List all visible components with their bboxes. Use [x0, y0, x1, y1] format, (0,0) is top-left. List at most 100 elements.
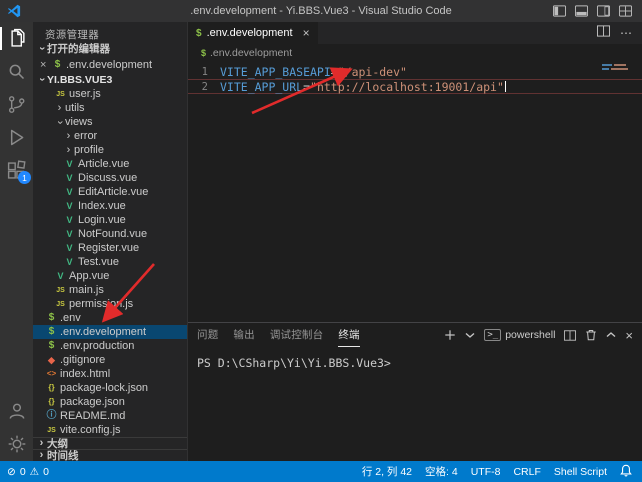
file-label: Test.vue	[78, 256, 119, 268]
env-file-icon: $	[45, 327, 58, 337]
file-App.vue[interactable]: VApp.vue	[33, 269, 187, 283]
file-label: .env	[60, 312, 81, 324]
close-icon[interactable]: ×	[40, 59, 51, 71]
env-file-icon: $	[196, 28, 202, 39]
folder-error[interactable]: ›error	[33, 129, 187, 143]
file-label: .env.development	[60, 326, 146, 338]
cursor-position-status[interactable]: 行 2, 列 42	[362, 464, 412, 479]
file-label: Article.vue	[78, 158, 129, 170]
problems-status[interactable]: ⊘ 0 ⚠ 0	[7, 466, 49, 478]
layout-panel-icon[interactable]	[575, 5, 588, 17]
file-Index.vue[interactable]: VIndex.vue	[33, 199, 187, 213]
code-token-operator: =	[303, 80, 310, 94]
panel-tab-bar: 问题输出调试控制台终端 >_ powershell ×	[188, 323, 642, 347]
split-terminal-icon[interactable]	[564, 330, 576, 341]
vue-file-icon: V	[63, 230, 76, 239]
env-file-icon: $	[45, 313, 58, 323]
sidebar-title: 资源管理器	[33, 22, 187, 40]
file-user.js[interactable]: JSuser.js	[33, 87, 187, 101]
file-Article.vue[interactable]: VArticle.vue	[33, 157, 187, 171]
file-label: vite.config.js	[60, 424, 121, 436]
sidebar-bottom-sections: › 大纲 › 时间线	[33, 437, 188, 461]
js-file-icon: JS	[54, 301, 67, 308]
maximize-panel-icon[interactable]	[606, 331, 616, 339]
language-mode-status[interactable]: Shell Script	[554, 466, 607, 478]
chevron-right-icon: ›	[63, 131, 74, 142]
file-main.js[interactable]: JSmain.js	[33, 283, 187, 297]
file-permission.js[interactable]: JSpermission.js	[33, 297, 187, 311]
new-terminal-icon[interactable]	[444, 329, 456, 341]
terminal-dropdown-chevron-icon[interactable]	[465, 331, 475, 339]
panel-tab-problems[interactable]: 问题	[197, 324, 218, 347]
code-line-2[interactable]: 2VITE_APP_URL="http://localhost:19001/ap…	[188, 79, 642, 94]
close-panel-icon[interactable]: ×	[625, 328, 633, 343]
shell-label: powershell	[505, 329, 555, 341]
extensions-icon[interactable]: 1	[0, 154, 33, 187]
open-editors-header[interactable]: › 打开的编辑器	[33, 40, 187, 57]
minimap[interactable]	[602, 64, 636, 72]
file-vite.config.js[interactable]: JSvite.config.js	[33, 423, 187, 437]
layout-sidebar-left-icon[interactable]	[553, 5, 566, 17]
file-Discuss.vue[interactable]: VDiscuss.vue	[33, 171, 187, 185]
vue-file-icon: V	[63, 258, 76, 267]
terminal-output[interactable]: PS D:\CSharp\Yi\Yi.BBS.Vue3>	[188, 347, 642, 370]
settings-gear-icon[interactable]	[0, 427, 33, 460]
breadcrumb[interactable]: $ .env.development	[188, 44, 642, 62]
folder-views[interactable]: ›views	[33, 115, 187, 129]
folder-profile[interactable]: ›profile	[33, 143, 187, 157]
file-package.json[interactable]: {}package.json	[33, 395, 187, 409]
error-count: 0	[20, 466, 26, 478]
timeline-section-header[interactable]: › 时间线	[33, 449, 188, 461]
file-NotFound.vue[interactable]: VNotFound.vue	[33, 227, 187, 241]
env-file-icon: $	[51, 60, 64, 70]
open-editor-file-label: .env.development	[66, 59, 152, 71]
editor-tab-bar: $ .env.development × ⋯	[188, 22, 642, 44]
shell-selector[interactable]: >_ powershell	[484, 329, 555, 341]
source-control-icon[interactable]	[0, 88, 33, 121]
split-editor-icon[interactable]	[597, 24, 610, 42]
file-Login.vue[interactable]: VLogin.vue	[33, 213, 187, 227]
vue-file-icon: V	[63, 174, 76, 183]
eol-status[interactable]: CRLF	[513, 466, 540, 478]
panel-tab-debug-console[interactable]: 调试控制台	[270, 324, 324, 347]
notifications-bell-icon[interactable]	[620, 464, 632, 480]
close-icon[interactable]: ×	[303, 26, 310, 40]
file-Test.vue[interactable]: VTest.vue	[33, 255, 187, 269]
layout-sidebar-right-icon[interactable]	[597, 5, 610, 17]
file-label: permission.js	[69, 298, 133, 310]
code-line-1[interactable]: 1VITE_APP_BASEAPI="/api-dev"	[188, 64, 642, 79]
search-icon[interactable]	[0, 55, 33, 88]
indentation-status[interactable]: 空格: 4	[425, 464, 458, 479]
file-.gitignore[interactable]: ◆.gitignore	[33, 353, 187, 367]
account-icon[interactable]	[0, 394, 33, 427]
vue-file-icon: V	[63, 244, 76, 253]
tab-env-development[interactable]: $ .env.development ×	[188, 22, 318, 44]
file-.env.production[interactable]: $.env.production	[33, 339, 187, 353]
file-.env.development[interactable]: $.env.development	[33, 325, 187, 339]
code-editor[interactable]: 1VITE_APP_BASEAPI="/api-dev"2VITE_APP_UR…	[188, 62, 642, 94]
file-label: error	[74, 130, 97, 142]
code-token-operator: =	[331, 65, 338, 79]
vue-file-icon: V	[63, 160, 76, 169]
project-root-header[interactable]: › YI.BBS.VUE3	[33, 72, 187, 87]
panel-tab-terminal[interactable]: 终端	[338, 324, 359, 347]
file-package-lock.json[interactable]: {}package-lock.json	[33, 381, 187, 395]
file-.env[interactable]: $.env	[33, 311, 187, 325]
file-index.html[interactable]: <>index.html	[33, 367, 187, 381]
open-editor-item[interactable]: × $ .env.development	[33, 57, 187, 72]
file-EditArticle.vue[interactable]: VEditArticle.vue	[33, 185, 187, 199]
run-debug-icon[interactable]	[0, 121, 33, 154]
activity-bar: 1	[0, 22, 33, 461]
kill-terminal-trash-icon[interactable]	[585, 329, 597, 341]
file-README.md[interactable]: ⓘREADME.md	[33, 409, 187, 423]
customize-layout-icon[interactable]	[619, 5, 632, 17]
more-actions-icon[interactable]: ⋯	[620, 26, 633, 40]
file-Register.vue[interactable]: VRegister.vue	[33, 241, 187, 255]
editor-area: $ .env.development × ⋯ $ .env.developmen…	[188, 22, 642, 322]
explorer-icon[interactable]	[0, 22, 33, 55]
vue-file-icon: V	[54, 272, 67, 281]
encoding-status[interactable]: UTF-8	[471, 466, 501, 478]
vscode-logo-icon	[7, 4, 21, 18]
panel-tab-output[interactable]: 输出	[233, 324, 254, 347]
folder-utils[interactable]: ›utils	[33, 101, 187, 115]
